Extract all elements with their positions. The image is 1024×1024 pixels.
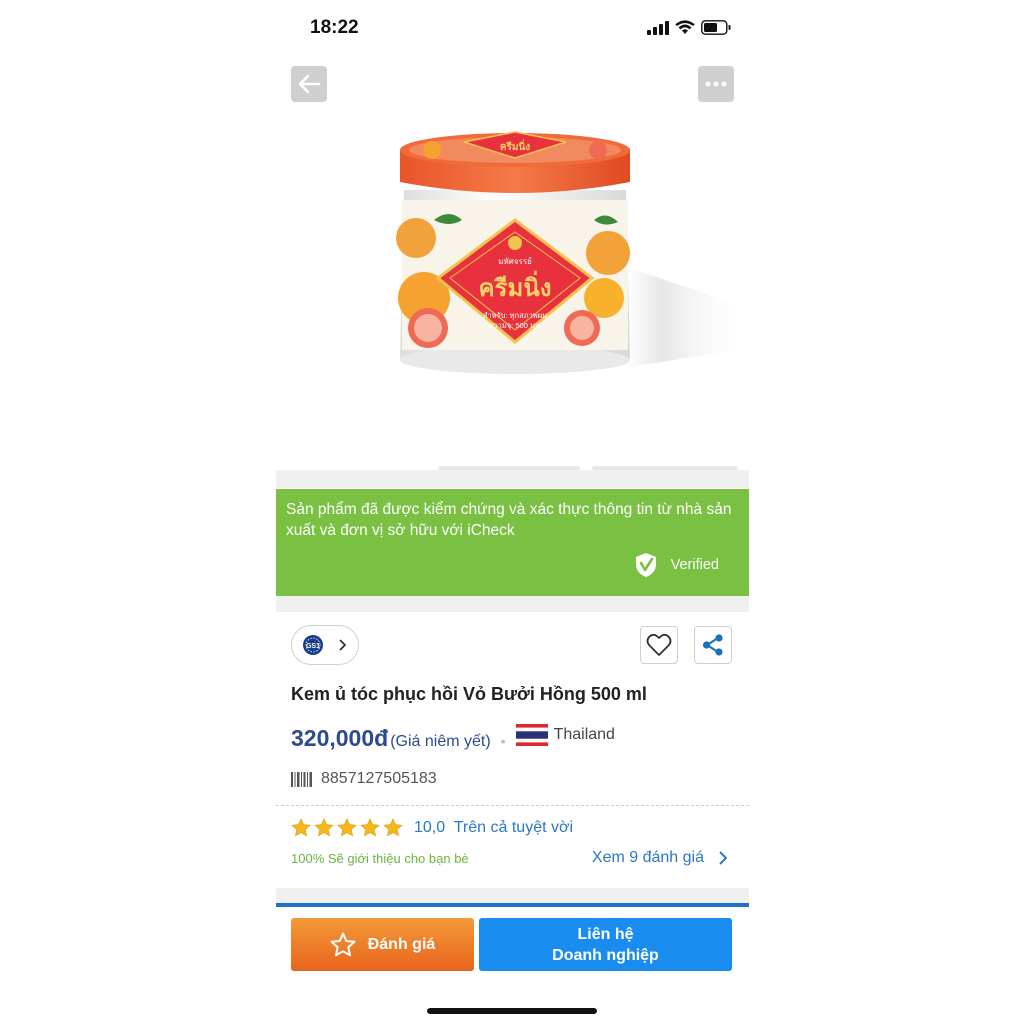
section-divider (276, 596, 749, 612)
bottom-accent-line (276, 903, 749, 907)
see-reviews-link[interactable]: Xem 9 đánh giá (592, 849, 727, 867)
product-name: Kem ủ tóc phục hồi Vỏ Bưởi Hồng 500 ml (291, 684, 647, 704)
country-name: Thailand (553, 726, 615, 743)
shield-check-icon (635, 553, 656, 577)
price-row: 320,000đ (Giá niêm yết) • Thailand (291, 724, 615, 752)
contact-label-line-1: Liên hệ (577, 925, 634, 943)
rate-button-label: Đánh giá (367, 935, 436, 953)
lid-product: ครีมนิ่ง (500, 139, 530, 153)
label-brand: มหัศจรรย์ (498, 256, 532, 266)
wifi-icon (675, 20, 695, 34)
battery-icon (701, 20, 731, 35)
rating-score: 10,0 Trên cả tuyệt vời (414, 819, 573, 837)
heart-icon (646, 633, 672, 656)
rating-row[interactable]: 10,0 Trên cả tuyệt vời (291, 818, 573, 837)
status-time: 18:22 (310, 17, 359, 38)
thailand-flag-icon (515, 724, 548, 746)
verified-badge: Verified (634, 552, 719, 578)
arrow-left-icon (298, 74, 321, 94)
chevron-right-icon (339, 639, 346, 651)
product-price: 320,000đ (291, 725, 389, 751)
gs1-logo-icon: GS1 (303, 635, 323, 655)
more-options-button[interactable] (698, 66, 734, 102)
barcode-icon (291, 771, 312, 787)
home-indicator (427, 1008, 597, 1014)
svg-text:GS1: GS1 (306, 643, 320, 650)
share-icon (702, 634, 723, 656)
section-divider-bottom (276, 888, 749, 903)
rating-label: Trên cả tuyệt vời (453, 818, 574, 836)
product-image[interactable]: มหัศจรรย์ ครีมนิ่ง สำหรับ: ทุกสภาพผม ควา… (394, 128, 749, 388)
barcode-row: 8857127505183 (291, 770, 437, 788)
label-product: ครีมนิ่ง (479, 270, 552, 302)
gs1-button[interactable]: GS1 (291, 625, 359, 665)
chevron-right-icon (719, 851, 727, 865)
more-icon (705, 81, 727, 87)
gallery-strip (276, 470, 749, 488)
price-note: (Giá niêm yết) (390, 733, 491, 750)
contact-business-button[interactable]: Liên hệ Doanh nghiệp (479, 918, 732, 971)
rating-score-value: 10,0 (414, 818, 446, 836)
star-icon (314, 818, 334, 837)
verified-message: Sản phẩm đã được kiểm chứng và xác thực … (286, 501, 732, 539)
star-icon (383, 818, 403, 837)
status-icons (647, 20, 731, 35)
favorite-button[interactable] (640, 626, 678, 664)
barcode-number: 8857127505183 (321, 770, 437, 787)
share-button[interactable] (694, 626, 732, 664)
country: Thailand (515, 724, 615, 746)
star-icon (291, 818, 311, 837)
see-reviews-label: Xem 9 đánh giá (591, 849, 704, 866)
label-line-1: สำหรับ: ทุกสภาพผม (483, 311, 547, 320)
rate-button[interactable]: Đánh giá (291, 918, 474, 971)
recommend-text: 100% Sẽ giới thiệu cho bạn bè (291, 851, 469, 866)
back-button[interactable] (291, 66, 327, 102)
signal-icon (647, 20, 669, 35)
dashed-divider (276, 805, 749, 806)
star-icon (360, 818, 380, 837)
product-screen: 18:22 มหัศจรรย์ ครีมนิ่ง สำหรับ: ทุกสภาพ… (276, 0, 749, 1024)
verified-banner: Sản phẩm đã được kiểm chứng và xác thực … (276, 489, 749, 596)
star-outline-icon (330, 932, 356, 957)
star-icon (337, 818, 357, 837)
label-line-2: ความจุ: 500 มล. (488, 321, 541, 330)
contact-label-line-2: Doanh nghiệp (552, 946, 659, 964)
status-bar: 18:22 (276, 0, 749, 56)
dot-separator: • (500, 733, 506, 749)
verified-label: Verified (670, 557, 719, 573)
